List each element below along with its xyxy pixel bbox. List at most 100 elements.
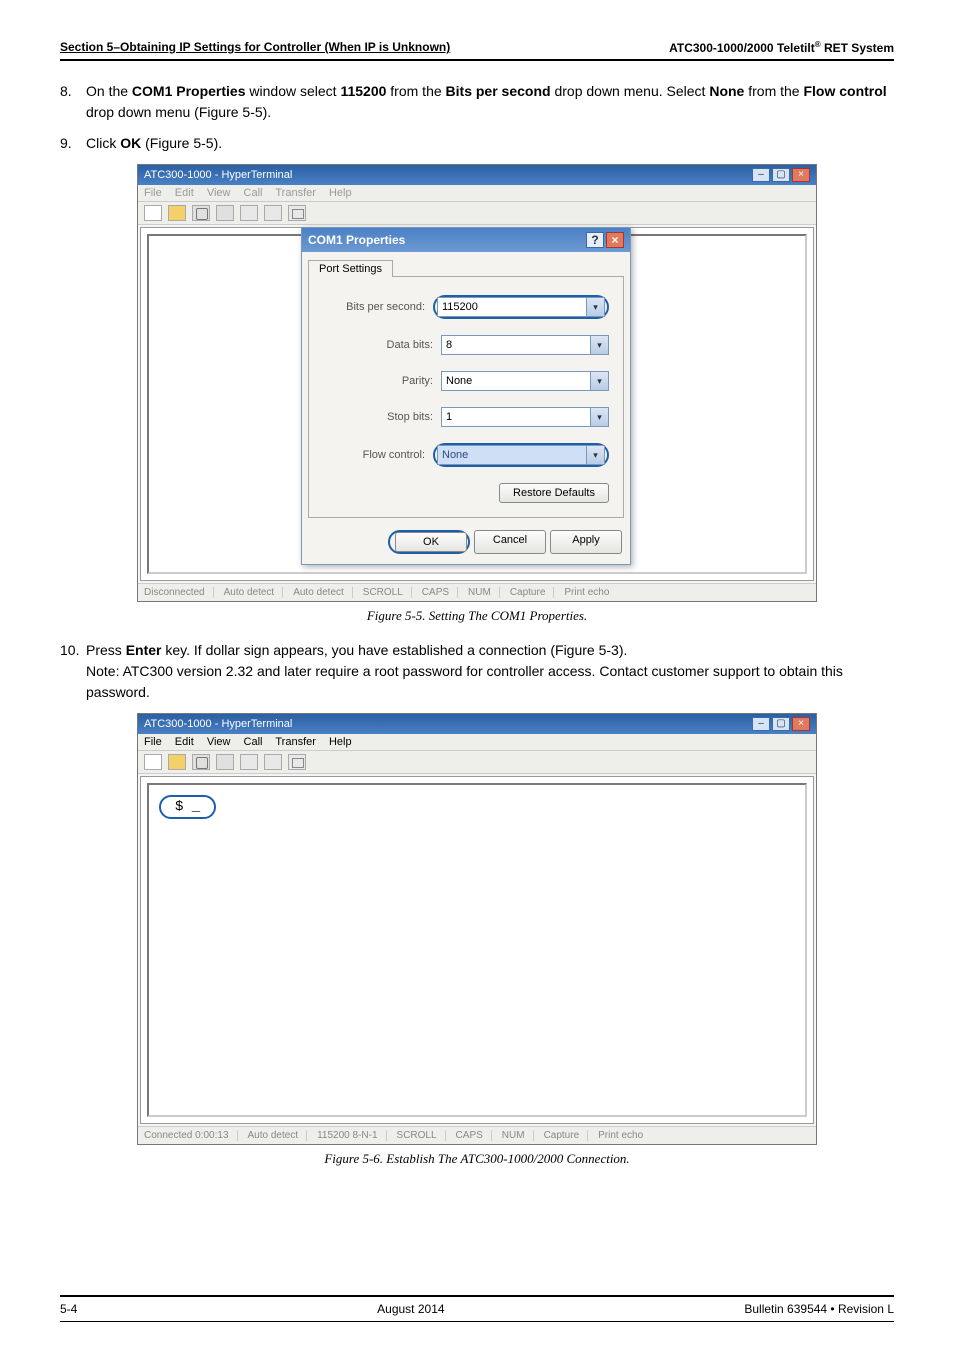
new-icon[interactable] [144, 205, 162, 221]
send-icon[interactable] [240, 205, 258, 221]
menu-transfer-2[interactable]: Transfer [275, 736, 316, 748]
client-area-1: COM1 Properties ? × Port Settings Bits p… [140, 227, 814, 581]
menu-transfer[interactable]: Transfer [275, 187, 316, 199]
stopbits-dropdown-arrow[interactable]: ▾ [591, 407, 609, 427]
status-capture-2: Capture [544, 1130, 589, 1141]
window-buttons-2: – ▢ × [752, 717, 810, 731]
figure-5-6: ATC300-1000 - HyperTerminal – ▢ × File E… [60, 713, 894, 1145]
restore-row: Restore Defaults [323, 483, 609, 503]
minimize-button-2[interactable]: – [752, 717, 770, 731]
flow-label: Flow control: [363, 449, 425, 461]
terminal-area-2[interactable]: $ _ [147, 783, 807, 1117]
close-button-2[interactable]: × [792, 717, 810, 731]
menu-file-2[interactable]: File [144, 736, 162, 748]
com1-properties-dialog: COM1 Properties ? × Port Settings Bits p… [301, 227, 631, 565]
receive-icon-2[interactable] [264, 754, 282, 770]
status-caps-2: CAPS [456, 1130, 492, 1141]
hyperterminal-window-2: ATC300-1000 - HyperTerminal – ▢ × File E… [137, 713, 817, 1145]
call-icon-2[interactable] [192, 754, 210, 770]
maximize-button[interactable]: ▢ [772, 168, 790, 182]
status-print-1: Print echo [564, 587, 617, 598]
new-icon-2[interactable] [144, 754, 162, 770]
parity-dropdown-arrow[interactable]: ▾ [591, 371, 609, 391]
open-icon[interactable] [168, 205, 186, 221]
parity-combo[interactable]: ▾ [441, 371, 609, 391]
stopbits-combo[interactable]: ▾ [441, 407, 609, 427]
dialog-footer: OK Cancel Apply [302, 524, 630, 564]
menu-call[interactable]: Call [244, 187, 263, 199]
step-10-body: Press Enter key. If dollar sign appears,… [86, 640, 894, 703]
status-bar-2: Connected 0:00:13 Auto detect 115200 8-N… [138, 1126, 816, 1144]
flow-value[interactable] [437, 445, 587, 465]
footer-left: 5-4 [60, 1302, 77, 1316]
bps-combo[interactable]: ▾ [437, 297, 605, 317]
disconnect-icon-2[interactable] [216, 754, 234, 770]
page-header: Section 5–Obtaining IP Settings for Cont… [60, 40, 894, 61]
restore-defaults-button[interactable]: Restore Defaults [499, 483, 609, 503]
databits-label: Data bits: [387, 339, 433, 351]
menu-file[interactable]: File [144, 187, 162, 199]
parity-label: Parity: [402, 375, 433, 387]
status-det1: Auto detect [224, 587, 284, 598]
bps-label: Bits per second: [346, 301, 425, 313]
disconnect-icon[interactable] [216, 205, 234, 221]
window-title-1: ATC300-1000 - HyperTerminal [144, 169, 292, 181]
menu-help-2[interactable]: Help [329, 736, 352, 748]
figure-5-5: ATC300-1000 - HyperTerminal – ▢ × File E… [60, 164, 894, 602]
window-title-2: ATC300-1000 - HyperTerminal [144, 718, 292, 730]
menu-view[interactable]: View [207, 187, 231, 199]
terminal-content: $ _ [149, 785, 805, 1115]
window-buttons-1: – ▢ × [752, 168, 810, 182]
maximize-button-2[interactable]: ▢ [772, 717, 790, 731]
flow-control-row: Flow control: ▾ [323, 443, 609, 467]
send-icon-2[interactable] [240, 754, 258, 770]
status-num-1: NUM [468, 587, 500, 598]
stopbits-value[interactable] [441, 407, 591, 427]
window-titlebar-1: ATC300-1000 - HyperTerminal – ▢ × [138, 165, 816, 185]
page-footer: 5-4 August 2014 Bulletin 639544 • Revisi… [60, 1295, 894, 1322]
dialog-panel: Bits per second: ▾ Data bits: ▾ [308, 276, 624, 518]
status-capture-1: Capture [510, 587, 555, 598]
databits-value[interactable] [441, 335, 591, 355]
parity-value[interactable] [441, 371, 591, 391]
receive-icon[interactable] [264, 205, 282, 221]
menu-edit[interactable]: Edit [175, 187, 194, 199]
apply-button[interactable]: Apply [550, 530, 622, 554]
close-button[interactable]: × [792, 168, 810, 182]
open-icon-2[interactable] [168, 754, 186, 770]
menu-bar-1: File Edit View Call Transfer Help [138, 185, 816, 201]
ok-highlight-oval: OK [388, 530, 470, 554]
status-cfg-2: 115200 8-N-1 [317, 1130, 386, 1141]
dollar-prompt-oval: $ _ [159, 795, 216, 819]
toolbar-1 [138, 201, 816, 225]
step-9: 9. Click OK (Figure 5-5). [60, 133, 894, 154]
call-icon[interactable] [192, 205, 210, 221]
minimize-button[interactable]: – [752, 168, 770, 182]
status-scroll-2: SCROLL [397, 1130, 446, 1141]
databits-dropdown-arrow[interactable]: ▾ [591, 335, 609, 355]
menu-edit-2[interactable]: Edit [175, 736, 194, 748]
properties-icon-2[interactable] [288, 754, 306, 770]
bps-value[interactable] [437, 297, 587, 317]
status-caps-1: CAPS [422, 587, 458, 598]
flow-highlight-oval: ▾ [433, 443, 609, 467]
ok-button[interactable]: OK [395, 532, 467, 552]
menu-call-2[interactable]: Call [244, 736, 263, 748]
parity-row: Parity: ▾ [323, 371, 609, 391]
flow-dropdown-arrow[interactable]: ▾ [587, 445, 605, 465]
window-titlebar-2: ATC300-1000 - HyperTerminal – ▢ × [138, 714, 816, 734]
step-9-body: Click OK (Figure 5-5). [86, 133, 894, 154]
dialog-help-button[interactable]: ? [586, 232, 604, 248]
properties-icon[interactable] [288, 205, 306, 221]
port-settings-tab[interactable]: Port Settings [308, 260, 393, 277]
flow-combo[interactable]: ▾ [437, 445, 605, 465]
status-print-2: Print echo [598, 1130, 651, 1141]
bps-dropdown-arrow[interactable]: ▾ [587, 297, 605, 317]
menu-view-2[interactable]: View [207, 736, 231, 748]
databits-combo[interactable]: ▾ [441, 335, 609, 355]
stop-bits-row: Stop bits: ▾ [323, 407, 609, 427]
menu-help[interactable]: Help [329, 187, 352, 199]
cancel-button[interactable]: Cancel [474, 530, 546, 554]
footer-center: August 2014 [377, 1302, 444, 1316]
dialog-close-button[interactable]: × [606, 232, 624, 248]
